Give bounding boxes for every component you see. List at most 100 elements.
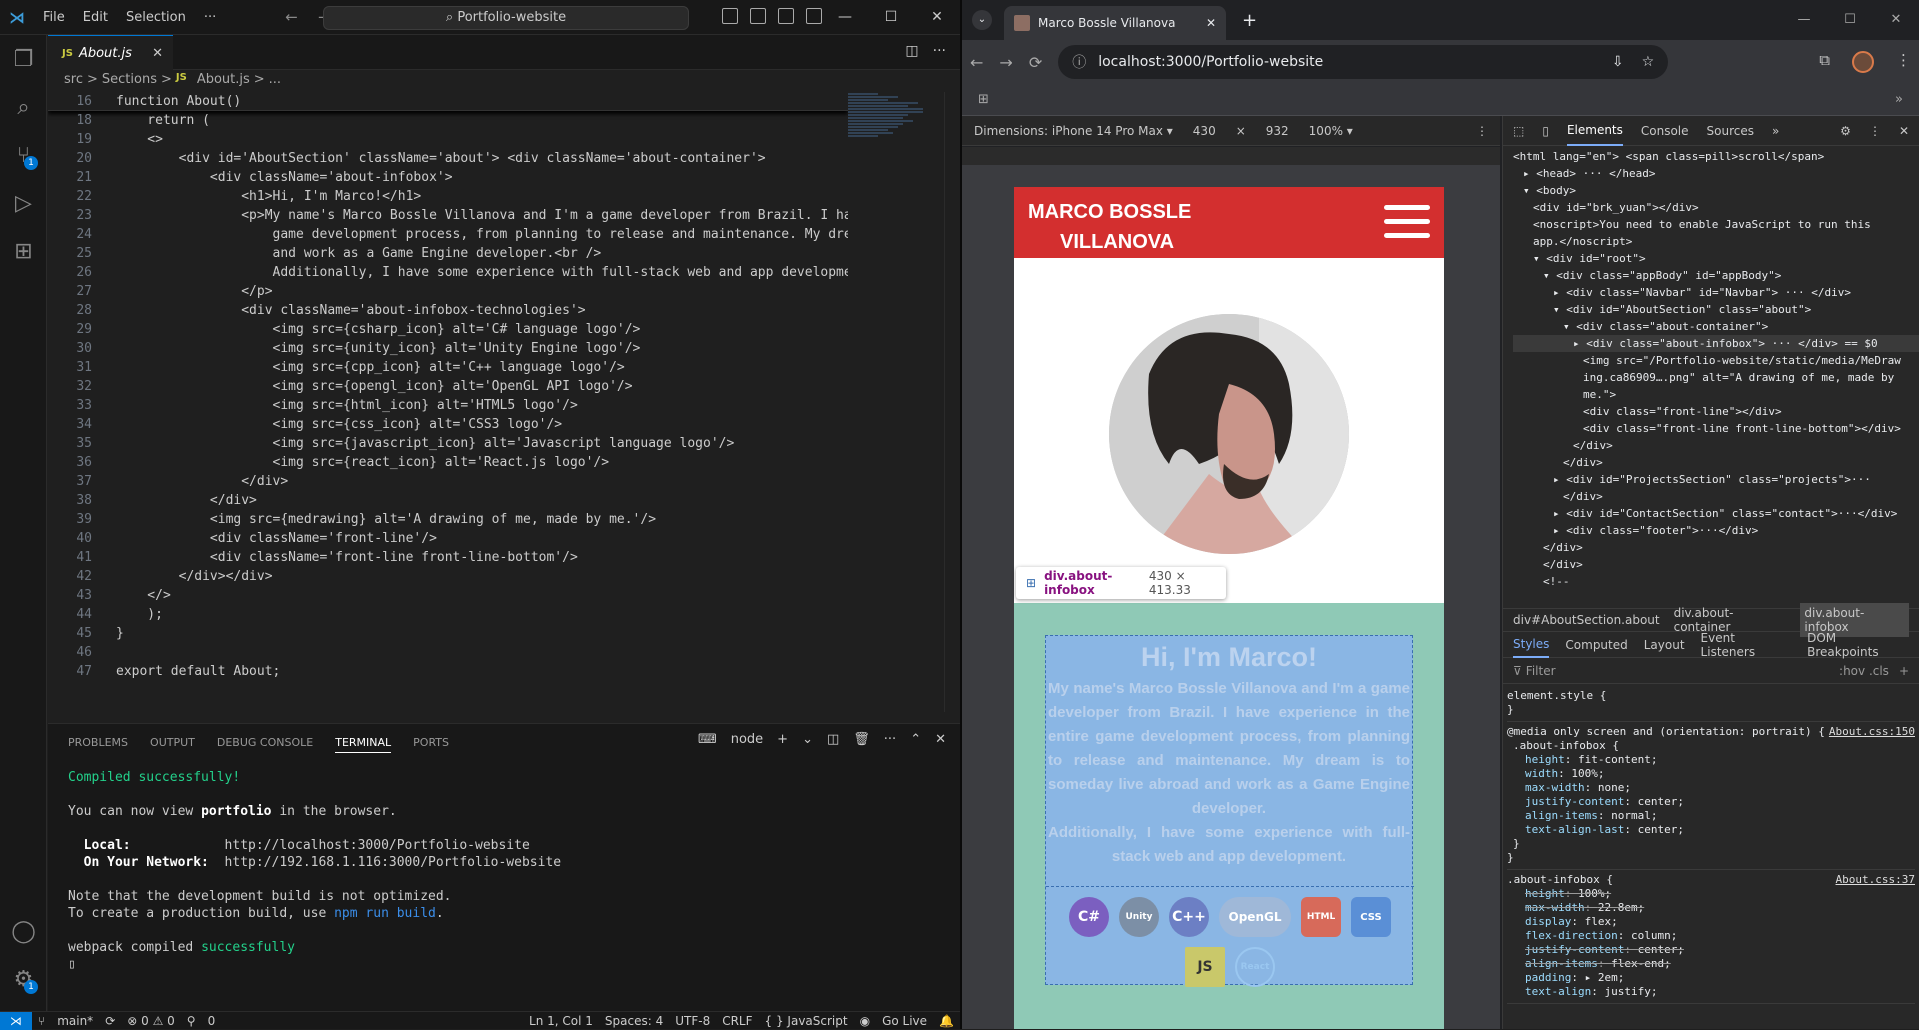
css-property[interactable]: flex-direction: column; <box>1507 929 1915 943</box>
code-line[interactable]: 20 <div id='AboutSection' className='abo… <box>48 149 848 168</box>
device-width-input[interactable]: 430 <box>1193 124 1216 138</box>
css-prop-name[interactable]: height <box>1525 887 1565 900</box>
css-prop-name[interactable]: text-align-last <box>1525 823 1624 836</box>
accounts-icon[interactable]: ◯ <box>0 907 47 955</box>
tab-search-icon[interactable]: ⌄ <box>972 10 992 30</box>
code-line[interactable]: 18 return ( <box>48 111 848 130</box>
css-prop-name[interactable]: justify-content <box>1525 943 1624 956</box>
chevron-down-icon[interactable]: ⌄ <box>802 732 813 747</box>
dom-node[interactable]: </div> <box>1513 539 1919 556</box>
code-line[interactable]: 22 <h1>Hi, I'm Marco!</h1> <box>48 187 848 206</box>
maximize-icon[interactable]: ☐ <box>868 0 914 34</box>
css-prop-name[interactable]: height <box>1525 753 1565 766</box>
breadcrumb-sections[interactable]: Sections <box>102 72 157 90</box>
new-terminal-icon[interactable]: + <box>777 732 788 747</box>
device-height-input[interactable]: 932 <box>1266 124 1289 138</box>
code-line[interactable]: 24 game development process, from planni… <box>48 225 848 244</box>
end-of-line[interactable]: CRLF <box>722 1014 752 1028</box>
extensions-puzzle-icon[interactable]: ⧉ <box>1819 51 1830 73</box>
close-window-icon[interactable]: ✕ <box>1873 0 1919 40</box>
code-line[interactable]: 31 <img src={cpp_icon} alt='C++ language… <box>48 358 848 377</box>
back-arrow-icon[interactable]: ← <box>970 53 983 72</box>
code-line[interactable]: 37 </div> <box>48 472 848 491</box>
split-editor-icon[interactable]: ◫ <box>905 43 918 59</box>
code-line[interactable]: 43 </> <box>48 586 848 605</box>
code-line[interactable]: 36 <img src={react_icon} alt='React.js l… <box>48 453 848 472</box>
css-prop-name[interactable]: max-width <box>1525 781 1585 794</box>
code-line[interactable]: 32 <img src={opengl_icon} alt='OpenGL AP… <box>48 377 848 396</box>
maximize-panel-icon[interactable]: ⌃ <box>910 732 921 747</box>
command-center-search[interactable]: ⌕ Portfolio-website <box>323 6 689 30</box>
tab-computed[interactable]: Computed <box>1565 638 1627 652</box>
devtools-menu-icon[interactable]: ⋮ <box>1869 124 1881 138</box>
code-line[interactable]: 45} <box>48 624 848 643</box>
bookmark-star-icon[interactable]: ☆ <box>1642 54 1655 70</box>
code-line[interactable]: 34 <img src={css_icon} alt='CSS3 logo'/> <box>48 415 848 434</box>
code-line[interactable]: 23 <p>My name's Marco Bossle Villanova a… <box>48 206 848 225</box>
dom-node[interactable]: <img src="/Portfolio-website/static/medi… <box>1513 352 1919 369</box>
dom-node-selected[interactable]: ▸ <div class="about-infobox"> ··· </div>… <box>1513 335 1919 352</box>
terminal-local-url[interactable]: http://localhost:3000/Portfolio-website <box>225 838 530 853</box>
dom-node[interactable]: ▸ <head> ··· </head> <box>1513 165 1919 182</box>
dom-node[interactable]: ▾ <div id="AboutSection" class="about"> <box>1513 301 1919 318</box>
extensions-icon[interactable]: ⊞ <box>0 227 47 275</box>
minimize-icon[interactable]: — <box>1781 0 1827 40</box>
maximize-icon[interactable]: ☐ <box>1827 0 1873 40</box>
tab-terminal[interactable]: TERMINAL <box>335 736 392 753</box>
more-actions-icon[interactable]: ··· <box>884 732 896 747</box>
browser-tab[interactable]: Marco Bossle Villanova ✕ <box>1004 6 1226 40</box>
terminal-shell-label[interactable]: node <box>731 732 763 747</box>
menu-more[interactable]: ··· <box>195 10 225 25</box>
toggle-primary-sidebar-icon[interactable] <box>722 8 738 24</box>
menu-file[interactable]: File <box>34 10 74 25</box>
css-prop-value[interactable]: flex-end; <box>1611 957 1671 970</box>
dom-node[interactable]: ing.ca86909….png" alt="A drawing of me, … <box>1513 369 1919 386</box>
css-property[interactable]: text-align-last: center; <box>1507 823 1915 837</box>
terminal-network-url[interactable]: http://192.168.1.116:3000/Portfolio-webs… <box>225 855 562 870</box>
tab-dom-breakpoints[interactable]: DOM Breakpoints <box>1807 631 1909 659</box>
code-editor[interactable]: 16 function About() 18 return (19 <> 20 <di… <box>48 92 848 720</box>
tab-elements[interactable]: Elements <box>1566 116 1623 146</box>
tab-sources[interactable]: Sources <box>1707 124 1754 138</box>
split-terminal-icon[interactable]: ◫ <box>827 732 839 747</box>
apps-grid-icon[interactable]: ⊞ <box>978 92 989 107</box>
dom-node[interactable]: ▾ <div id="root"> <box>1513 250 1919 267</box>
sync-icon[interactable]: ⟳ <box>105 1014 115 1028</box>
go-live-button[interactable]: Go Live <box>882 1014 927 1028</box>
css-property[interactable]: padding: ▸ 2em; <box>1507 971 1915 985</box>
new-tab-icon[interactable]: + <box>1242 10 1257 31</box>
styles-pane[interactable]: element.style { } About.css:150 @media o… <box>1503 684 1919 1006</box>
code-line[interactable]: 46 <box>48 643 848 662</box>
about-infobox-highlight[interactable]: Hi, I'm Marco! My name's Marco Bossle Vi… <box>1045 635 1414 987</box>
back-arrow-icon[interactable]: ← <box>285 8 298 26</box>
css-prop-value[interactable]: normal; <box>1611 809 1657 822</box>
minimize-icon[interactable]: — <box>822 0 868 34</box>
dom-node[interactable]: ▸ <div class="footer">···</div> <box>1513 522 1919 539</box>
close-panel-icon[interactable]: ✕ <box>935 732 946 747</box>
close-devtools-icon[interactable]: ✕ <box>1899 124 1909 138</box>
editor-scrollbar[interactable] <box>944 92 958 712</box>
css-prop-value[interactable]: ▸ 2em; <box>1585 971 1625 984</box>
explorer-icon[interactable]: ❐ <box>0 35 47 83</box>
code-line[interactable]: 47 export default About; <box>48 662 848 681</box>
forward-arrow-icon[interactable]: → <box>999 53 1012 72</box>
css-prop-value[interactable]: none; <box>1598 781 1631 794</box>
chrome-menu-icon[interactable]: ⋮ <box>1896 51 1911 73</box>
terminal-output[interactable]: Compiled successfully! You can now view … <box>48 765 960 977</box>
more-bookmarks-icon[interactable]: » <box>1895 92 1903 107</box>
address-bar[interactable]: ⓘ localhost:3000/Portfolio-website ⇩ ☆ <box>1058 45 1669 79</box>
dom-node[interactable]: ▸ <div id="ProjectsSection" class="proje… <box>1513 471 1919 488</box>
css-property[interactable]: text-align: justify; <box>1507 985 1915 999</box>
run-debug-icon[interactable]: ▷ <box>0 179 47 227</box>
code-line[interactable]: 19 <> <box>48 130 848 149</box>
menu-selection[interactable]: Selection <box>117 10 195 25</box>
device-more-icon[interactable]: ⋮ <box>1476 124 1488 138</box>
css-prop-value[interactable]: fit-content; <box>1578 753 1657 766</box>
code-line[interactable]: 35 <img src={javascript_icon} alt='Javas… <box>48 434 848 453</box>
tab-console[interactable]: Console <box>1641 124 1689 138</box>
code-line[interactable]: 16 function About() <box>48 92 848 111</box>
css-prop-name[interactable]: max-width <box>1525 901 1585 914</box>
dom-node[interactable]: ▾ <div class="about-container"> <box>1513 318 1919 335</box>
css-prop-value[interactable]: flex; <box>1585 915 1618 928</box>
tab-event-listeners[interactable]: Event Listeners <box>1701 631 1792 659</box>
